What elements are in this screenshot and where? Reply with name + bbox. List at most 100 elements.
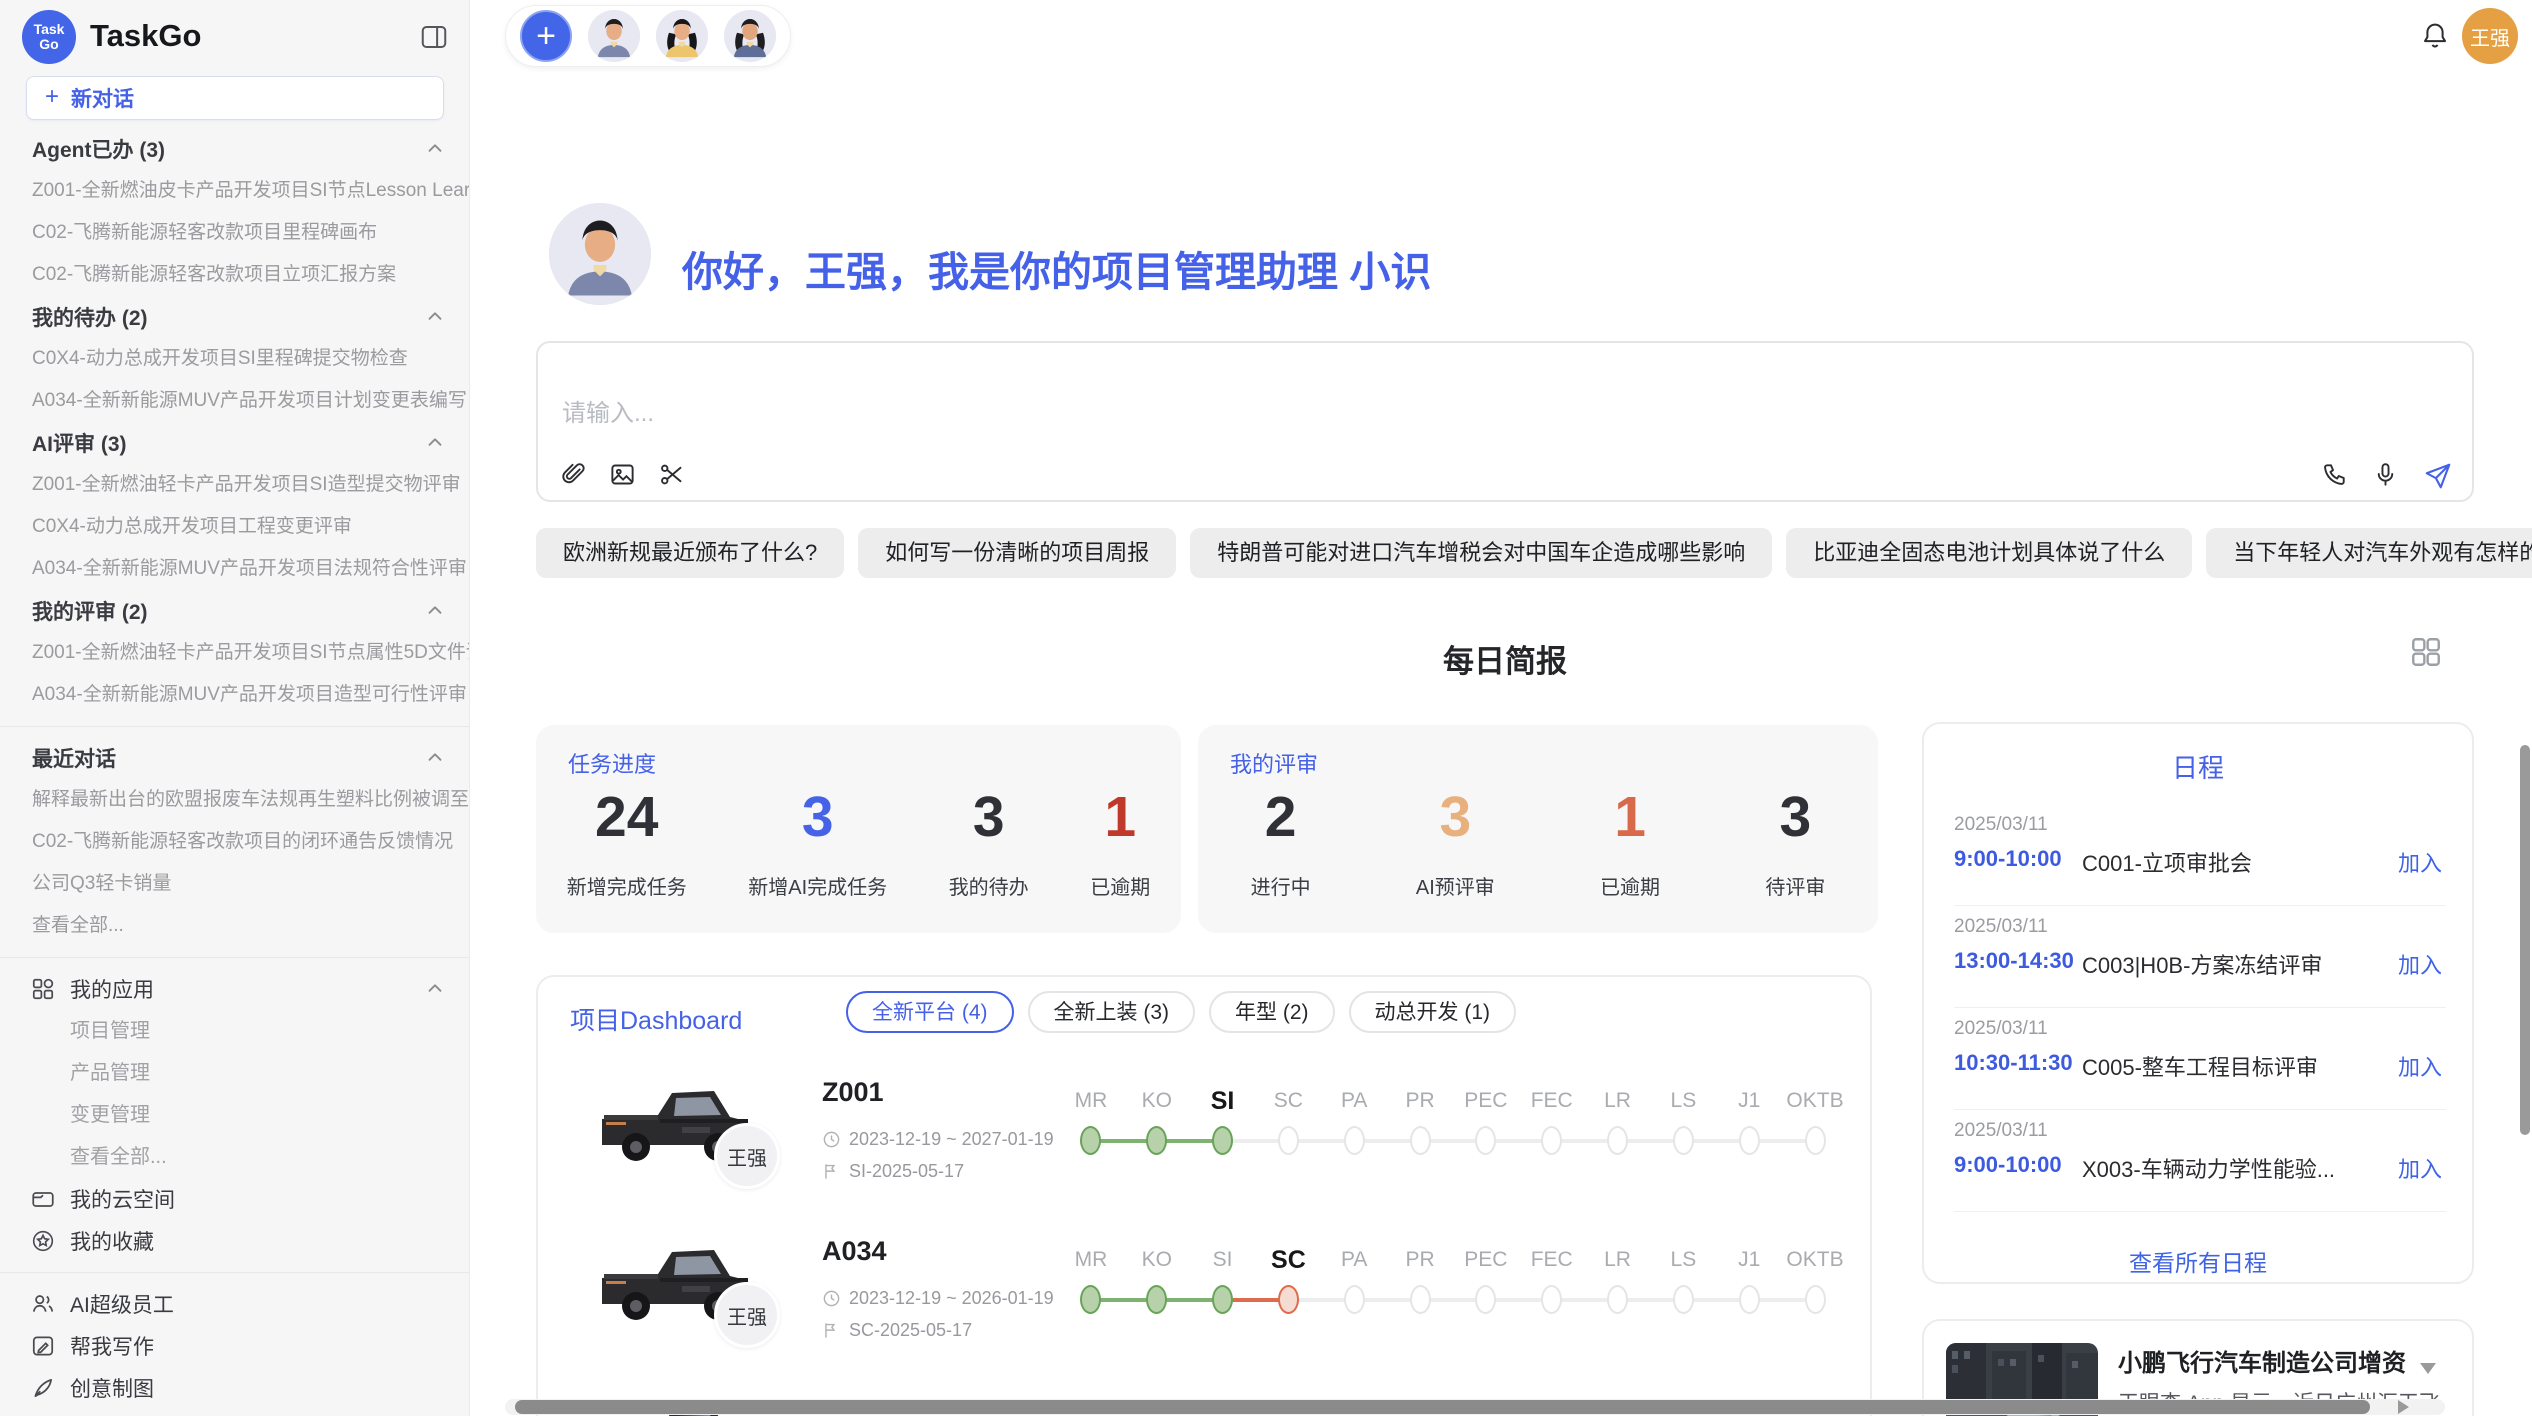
vertical-scrollbar-thumb[interactable] [2520, 745, 2530, 1135]
milestone-node-SI[interactable] [1212, 1285, 1233, 1314]
agent-avatar-3[interactable] [724, 10, 776, 62]
milestone-node-PEC[interactable] [1475, 1126, 1496, 1155]
sidebar-row-label: 帮我写作 [70, 1331, 154, 1361]
send-icon[interactable] [2423, 461, 2450, 488]
suggestion-chip[interactable]: 欧洲新规最近颁布了什么? [536, 528, 844, 578]
sidebar-section-header[interactable]: AI评审 (3) [0, 422, 470, 464]
milestone-node-OKTB[interactable] [1805, 1126, 1826, 1155]
view-all-chats-link[interactable]: 查看全部... [0, 905, 470, 947]
horizontal-scrollbar-thumb[interactable] [515, 1400, 2370, 1414]
join-meeting-link[interactable]: 加入 [2398, 1050, 2442, 1082]
new-chat-button[interactable]: + 新对话 [26, 76, 444, 120]
milestone-node-KO[interactable] [1146, 1126, 1167, 1155]
add-agent-button[interactable]: + [520, 10, 572, 62]
project-row[interactable]: 王强 A034 2023-12-19 ~ 2026-01-19 SC-2025-… [538, 1226, 1874, 1385]
attachment-icon[interactable] [560, 461, 587, 488]
sidebar-item[interactable]: A034-全新新能源MUV产品开发项目计划变更表编写 [0, 380, 470, 422]
join-meeting-link[interactable]: 加入 [2398, 1152, 2442, 1184]
sidebar-item[interactable]: Z001-全新燃油轻卡产品开发项目SI节点属性5D文件评审 [0, 632, 470, 674]
schedule-time: 13:00-14:30 [1954, 948, 2074, 974]
sidebar-item-我的收藏[interactable]: 我的收藏 [0, 1220, 470, 1262]
sidebar-item[interactable]: Z001-全新燃油轻卡产品开发项目SI造型提交物评审 [0, 464, 470, 506]
my-reviews-card: 我的评审 2进行中3AI预评审1已逾期3待评审 [1198, 725, 1878, 933]
microphone-icon[interactable] [2372, 461, 2399, 488]
milestone-node-SC[interactable] [1278, 1126, 1299, 1155]
suggestion-chip[interactable]: 特朗普可能对进口汽车增税会对中国车企造成哪些影响 [1190, 528, 1772, 578]
milestone-node-KO[interactable] [1146, 1285, 1167, 1314]
chevron-up-icon [424, 138, 446, 160]
sidebar-item[interactable]: A034-全新新能源MUV产品开发项目法规符合性评审 [0, 548, 470, 590]
recent-chats-header[interactable]: 最近对话 [0, 737, 470, 779]
app-item[interactable]: 产品管理 [0, 1052, 470, 1094]
composer-left-icons [560, 461, 685, 488]
sidebar-item[interactable]: C02-飞腾新能源轻客改款项目里程碑画布 [0, 212, 470, 254]
milestone-node-LR[interactable] [1607, 1126, 1628, 1155]
sidebar-section-header[interactable]: 我的评审 (2) [0, 590, 470, 632]
milestone-node-FEC[interactable] [1541, 1285, 1562, 1314]
milestone-node-MR[interactable] [1080, 1126, 1101, 1155]
sidebar-item[interactable]: A034-全新新能源MUV产品开发项目造型可行性评审 [0, 674, 470, 716]
sidebar-item[interactable]: Z001-全新燃油皮卡产品开发项目SI节点Lesson Learn报告 [0, 170, 470, 212]
collapse-sidebar-icon[interactable] [419, 22, 449, 52]
dashboard-tab[interactable]: 动总开发 (1) [1349, 991, 1517, 1033]
dashboard-tab[interactable]: 全新上装 (3) [1028, 991, 1196, 1033]
notifications-bell-icon[interactable] [2419, 20, 2451, 52]
milestone-node-PR[interactable] [1410, 1126, 1431, 1155]
milestone-node-LS[interactable] [1673, 1126, 1694, 1155]
image-icon[interactable] [609, 461, 636, 488]
recent-chat-item[interactable]: 公司Q3轻卡销量 [0, 863, 470, 905]
sidebar-section-header[interactable]: 我的待办 (2) [0, 296, 470, 338]
recent-chat-item[interactable]: C02-飞腾新能源轻客改款项目的闭环通告反馈情况 [0, 821, 470, 863]
agent-avatar-2[interactable] [656, 10, 708, 62]
app-item[interactable]: 项目管理 [0, 1010, 470, 1052]
suggestion-chip[interactable]: 如何写一份清晰的项目周报 [858, 528, 1176, 578]
milestone-node-PA[interactable] [1344, 1285, 1365, 1314]
sidebar-item-AI超级员工[interactable]: AI超级员工 [0, 1283, 470, 1325]
scissors-icon[interactable] [658, 461, 685, 488]
my-apps-header[interactable]: 我的应用 [0, 968, 470, 1010]
sidebar-item-我的云空间[interactable]: 我的云空间 [0, 1178, 470, 1220]
scroll-down-arrow-icon[interactable] [2420, 1363, 2436, 1374]
suggestion-chip[interactable]: 当下年轻人对汽车外观有怎样的喜好趋势 [2206, 528, 2532, 578]
milestone-node-OKTB[interactable] [1805, 1285, 1826, 1314]
dashboard-tab[interactable]: 年型 (2) [1209, 991, 1335, 1033]
agent-avatar-1[interactable] [588, 10, 640, 62]
stat-value: 3 [973, 787, 1005, 847]
sidebar-item-创意制图[interactable]: 创意制图 [0, 1367, 470, 1409]
horizontal-scrollbar-track[interactable] [505, 1399, 2445, 1415]
view-all-apps-link[interactable]: 查看全部... [0, 1136, 470, 1178]
scroll-right-arrow-icon[interactable] [2398, 1400, 2409, 1414]
milestone-node-PEC[interactable] [1475, 1285, 1496, 1314]
milestone-node-SI[interactable] [1212, 1126, 1233, 1155]
sidebar-item[interactable]: C0X4-动力总成开发项目工程变更评审 [0, 506, 470, 548]
milestone-node-LS[interactable] [1673, 1285, 1694, 1314]
milestone-node-PR[interactable] [1410, 1285, 1431, 1314]
milestone-node-PA[interactable] [1344, 1126, 1365, 1155]
milestone-node-J1[interactable] [1739, 1126, 1760, 1155]
message-input[interactable] [560, 399, 1860, 429]
view-all-schedule-link[interactable]: 查看所有日程 [1924, 1244, 2472, 1278]
logo-text: Go [39, 37, 58, 52]
sidebar-item[interactable]: C0X4-动力总成开发项目SI里程碑提交物检查 [0, 338, 470, 380]
sidebar: Task Go TaskGo + 新对话 Agent已办 (3)Z001-全新燃… [0, 0, 470, 1416]
milestone-node-MR[interactable] [1080, 1285, 1101, 1314]
recent-chat-item[interactable]: 解释最新出台的欧盟报废车法规再生塑料比例被调至15%... [0, 779, 470, 821]
sidebar-section-header[interactable]: Agent已办 (3) [0, 128, 470, 170]
sidebar-item-帮我写作[interactable]: 帮我写作 [0, 1325, 470, 1367]
milestone-node-LR[interactable] [1607, 1285, 1628, 1314]
app-item[interactable]: 变更管理 [0, 1094, 470, 1136]
briefing-layout-grid-icon[interactable] [2408, 634, 2444, 670]
dashboard-tab[interactable]: 全新平台 (4) [846, 991, 1014, 1033]
milestone-node-FEC[interactable] [1541, 1126, 1562, 1155]
phone-call-icon[interactable] [2321, 461, 2348, 488]
user-avatar[interactable]: 王强 [2462, 8, 2518, 64]
join-meeting-link[interactable]: 加入 [2398, 948, 2442, 980]
join-meeting-link[interactable]: 加入 [2398, 846, 2442, 878]
section-title: 最近对话 [32, 743, 116, 773]
suggestion-chip[interactable]: 比亚迪全固态电池计划具体说了什么 [1786, 528, 2192, 578]
sidebar-item[interactable]: C02-飞腾新能源轻客改款项目立项汇报方案 [0, 254, 470, 296]
schedule-item: 2025/03/1110:30-11:30C005-整车工程目标评审加入 [1954, 1008, 2446, 1110]
milestone-node-J1[interactable] [1739, 1285, 1760, 1314]
project-row[interactable]: 王强 Z001 2023-12-19 ~ 2027-01-19 SI-2025-… [538, 1067, 1874, 1226]
milestone-node-SC[interactable] [1278, 1285, 1299, 1314]
